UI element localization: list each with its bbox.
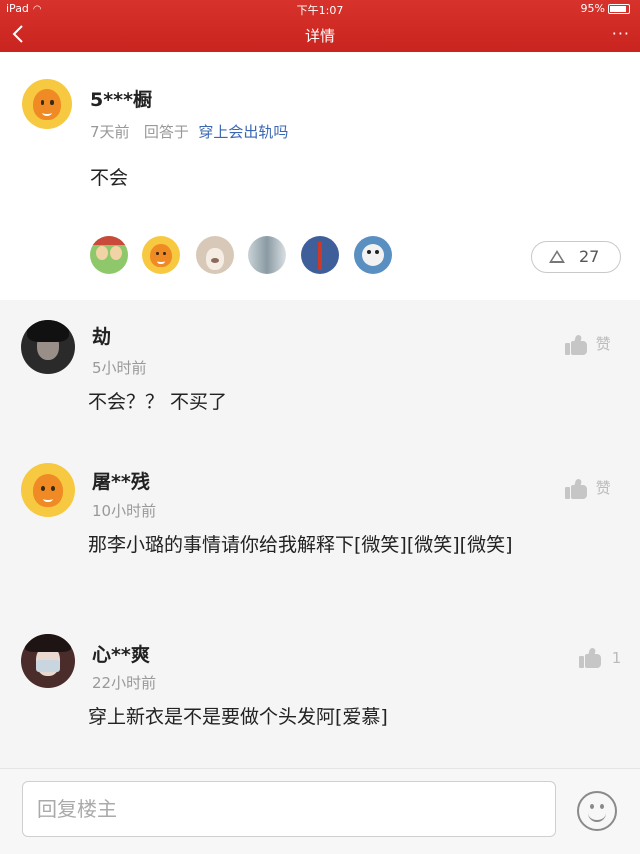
more-options-icon[interactable]: ··· [612, 24, 630, 43]
author-name[interactable]: 5***橱 [90, 85, 152, 112]
liker-avatar[interactable] [142, 236, 180, 274]
like-count: 27 [579, 247, 600, 266]
battery-indicator: 95% [581, 2, 630, 15]
commenter-name[interactable]: 劫 [92, 322, 111, 349]
liker-avatar[interactable] [354, 236, 392, 274]
status-time: 下午1:07 [296, 4, 344, 17]
reply-input[interactable] [22, 781, 556, 837]
comment-text: 那李小璐的事情请你给我解释下[微笑][微笑][微笑] [88, 534, 513, 556]
commenter-name[interactable]: 屠**残 [92, 467, 150, 494]
like-label: 赞 [595, 479, 611, 497]
nav-bar: 详情 ··· [0, 20, 640, 50]
top-bar: iPad ◠ 下午1:07 95% 详情 ··· [0, 0, 640, 52]
liker-avatar[interactable] [196, 236, 234, 274]
comment-time: 5小时前 [92, 359, 147, 377]
liker-avatar[interactable] [248, 236, 286, 274]
like-label: 赞 [595, 335, 611, 353]
reply-prefix: 回答于 [143, 123, 189, 141]
comment-text: 穿上新衣是不是要做个头发阿[爱慕] [88, 706, 388, 728]
post-time: 7天前 [90, 123, 130, 141]
liker-avatar[interactable] [301, 236, 339, 274]
comment-like-button[interactable]: 赞 [565, 477, 611, 499]
comment-item: 劫 5小时前 不会？？ 不买了 赞 [0, 300, 640, 450]
liker-avatar[interactable] [90, 236, 128, 274]
comment-like-button[interactable]: 1 [579, 647, 622, 668]
comment-like-button[interactable]: 赞 [565, 333, 611, 355]
page-title: 详情 [304, 27, 335, 45]
comment-item: 心**爽 22小时前 穿上新衣是不是要做个头发阿[爱慕] 1 [0, 620, 640, 760]
like-answer-button[interactable]: 27 [531, 241, 621, 273]
commenter-name[interactable]: 心**爽 [92, 640, 150, 667]
reply-bar [0, 768, 640, 854]
question-link[interactable]: 穿上会出轨吗 [198, 123, 288, 141]
battery-percent: 95% [580, 2, 605, 15]
battery-icon [608, 4, 630, 14]
comment-text: 不会？？ 不买了 [88, 391, 228, 413]
upvote-icon [549, 250, 565, 263]
post-meta: 7天前 回答于 穿上会出轨吗 [90, 121, 288, 142]
author-avatar[interactable] [22, 79, 72, 129]
like-count: 1 [611, 648, 622, 667]
comment-time: 22小时前 [92, 674, 157, 692]
thumbs-up-icon [579, 647, 601, 668]
thumbs-up-icon [565, 477, 587, 499]
thumbs-up-icon [565, 333, 587, 355]
answer-text: 不会 [90, 167, 129, 189]
emoji-icon[interactable] [577, 791, 617, 831]
comment-item: 屠**残 10小时前 那李小璐的事情请你给我解释下[微笑][微笑][微笑] 赞 [0, 450, 640, 620]
comment-time: 10小时前 [92, 502, 157, 520]
status-bar: iPad ◠ 下午1:07 95% [0, 0, 640, 18]
